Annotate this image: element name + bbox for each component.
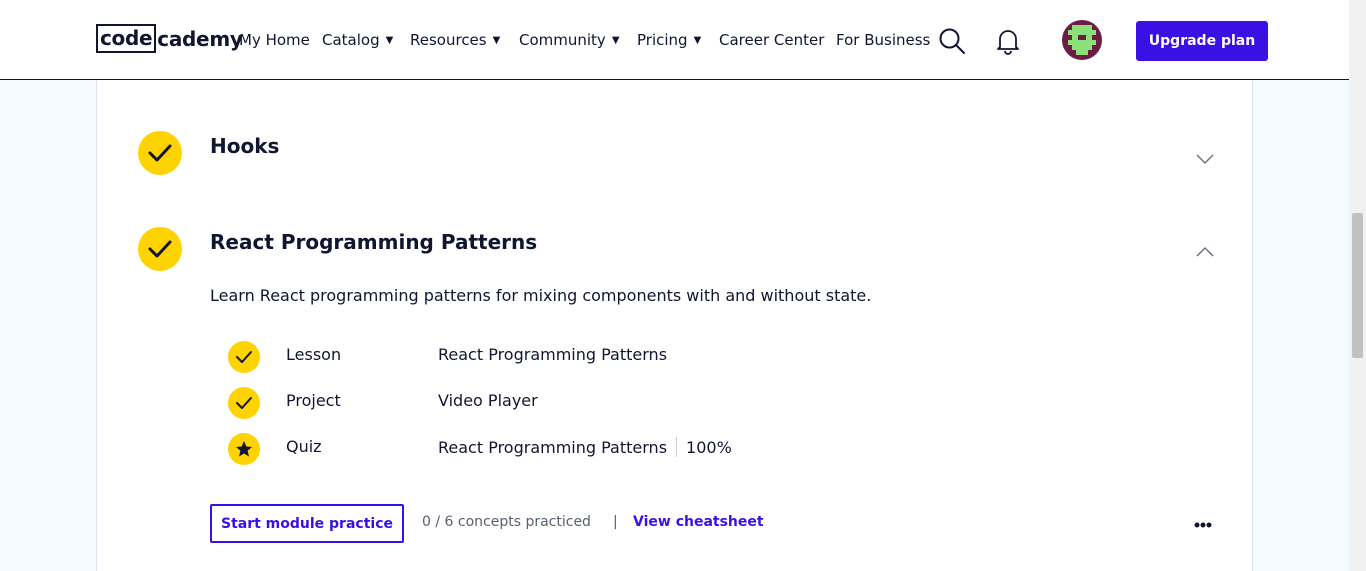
nav-my-home[interactable]: My Home <box>239 29 310 51</box>
codecademy-logo[interactable]: code cademy <box>96 24 243 53</box>
item-name: React Programming Patterns <box>438 437 668 457</box>
item-complete-badge <box>228 341 260 373</box>
nav-catalog[interactable]: Catalog ▼ <box>322 29 393 51</box>
nav-career-center-label: Career Center <box>719 31 825 49</box>
module-title-react-patterns[interactable]: React Programming Patterns <box>210 230 537 254</box>
nav-catalog-label: Catalog <box>322 31 380 49</box>
check-icon <box>148 240 172 258</box>
search-icon[interactable] <box>938 27 966 59</box>
item-complete-badge <box>228 387 260 419</box>
item-type: Quiz <box>286 437 322 456</box>
chevron-up-icon[interactable] <box>1196 243 1214 262</box>
logo-cademy: cademy <box>157 26 243 51</box>
logo-code: code <box>96 24 157 53</box>
chevron-down-icon[interactable] <box>1196 150 1214 169</box>
nav-pricing-label: Pricing <box>637 31 688 49</box>
nav-resources[interactable]: Resources ▼ <box>410 29 500 51</box>
check-icon <box>236 351 252 363</box>
nav-community[interactable]: Community ▼ <box>519 29 620 51</box>
caret-down-icon: ▼ <box>611 34 620 46</box>
more-icon[interactable] <box>1194 513 1212 532</box>
item-star-badge <box>228 433 260 465</box>
nav-for-business[interactable]: For Business <box>836 29 930 51</box>
check-icon <box>236 397 252 409</box>
nav-resources-label: Resources <box>410 31 487 49</box>
nav-community-label: Community <box>519 31 606 49</box>
item-type: Project <box>286 391 341 410</box>
top-navigation: code cademy My Home Catalog ▼ Resources … <box>0 0 1366 80</box>
nav-pricing[interactable]: Pricing ▼ <box>637 29 701 51</box>
item-name-link[interactable]: React Programming Patterns 100% <box>438 437 732 457</box>
item-name-link[interactable]: Video Player <box>438 391 538 410</box>
caret-down-icon: ▼ <box>492 34 501 46</box>
divider: | <box>613 514 618 530</box>
item-type: Lesson <box>286 345 342 364</box>
scrollbar-thumb[interactable] <box>1352 213 1363 358</box>
star-icon <box>236 441 252 457</box>
divider <box>676 437 678 457</box>
caret-down-icon: ▼ <box>693 34 702 46</box>
view-cheatsheet-link[interactable]: View cheatsheet <box>633 514 764 530</box>
module-complete-badge <box>138 227 182 271</box>
module-complete-badge <box>138 131 182 175</box>
module-description: Learn React programming patterns for mix… <box>210 286 872 305</box>
quiz-score: 100% <box>686 437 732 457</box>
nav-career-center[interactable]: Career Center <box>719 29 824 51</box>
syllabus-card: Hooks React Programming Patterns Learn R… <box>96 80 1253 571</box>
nav-my-home-label: My Home <box>239 31 310 49</box>
module-title-hooks[interactable]: Hooks <box>210 134 279 158</box>
item-name-link[interactable]: React Programming Patterns <box>438 345 667 364</box>
concepts-practiced: 0 / 6 concepts practiced <box>422 514 591 530</box>
bell-icon[interactable] <box>996 27 1020 59</box>
caret-down-icon: ▼ <box>385 34 394 46</box>
item-name: React Programming Patterns <box>438 345 668 364</box>
start-module-practice-button[interactable]: Start module practice <box>210 504 404 543</box>
avatar[interactable] <box>1062 20 1102 60</box>
item-name: Video Player <box>438 391 538 410</box>
nav-for-business-label: For Business <box>836 31 931 49</box>
upgrade-plan-button[interactable]: Upgrade plan <box>1136 21 1268 61</box>
check-icon <box>148 144 172 162</box>
